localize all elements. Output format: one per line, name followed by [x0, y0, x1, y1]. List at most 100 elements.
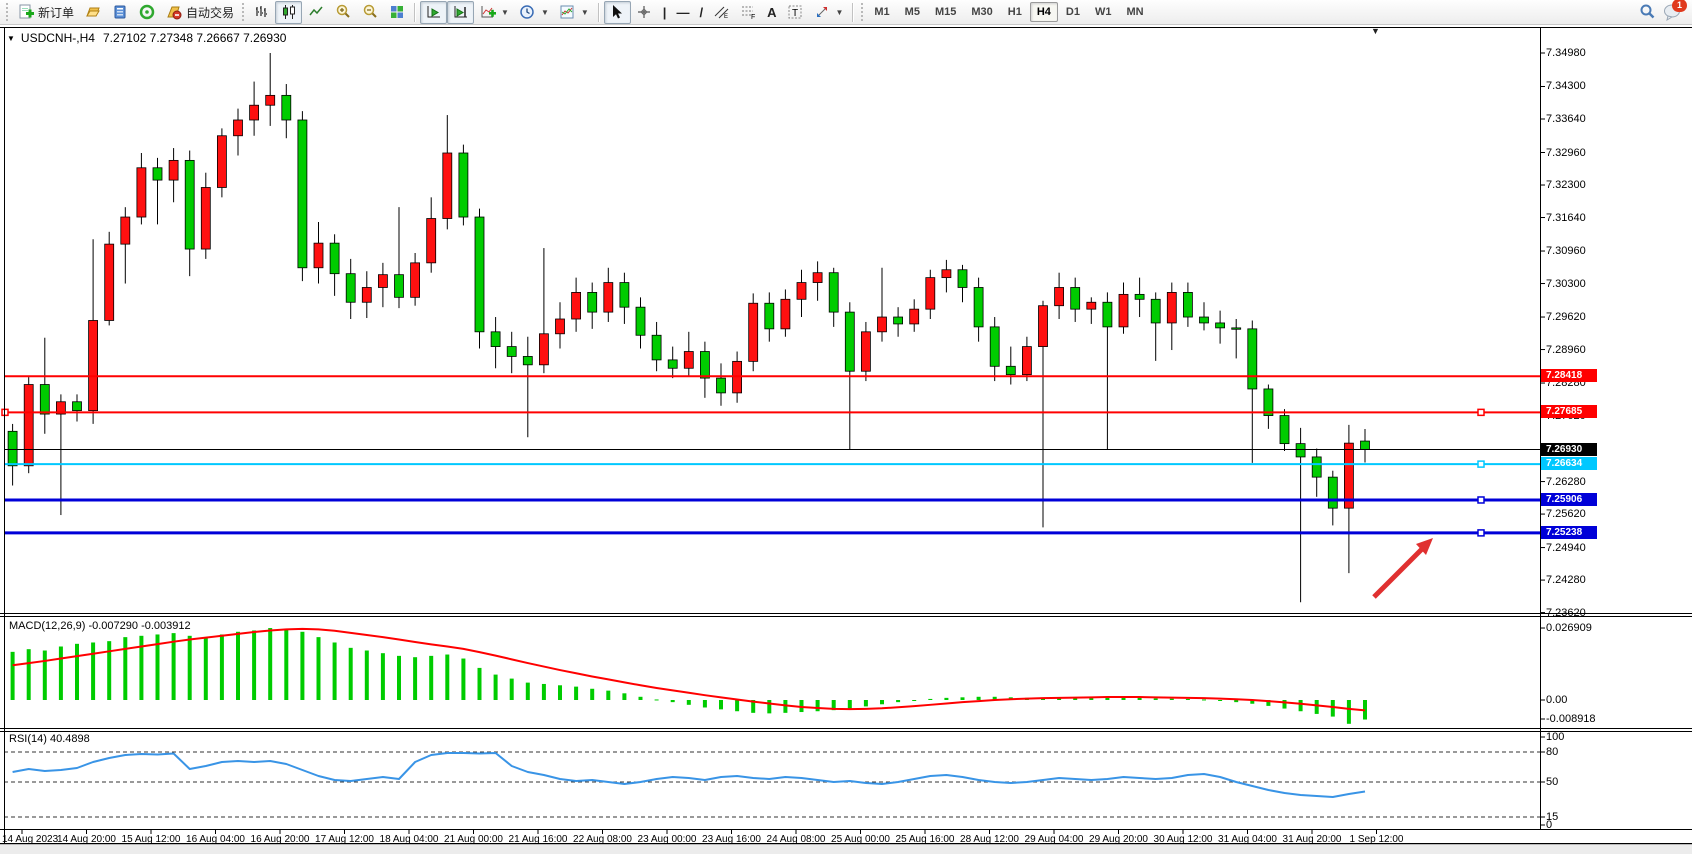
macd-histogram-bar	[1154, 698, 1158, 700]
navigator-icon	[138, 4, 155, 21]
timeframe-toolbar: M1M5M15M30H1H4D1W1MN	[867, 2, 1150, 22]
vertical-line-tool-button[interactable]: |	[658, 1, 672, 24]
candle-bull	[926, 278, 935, 310]
price-axis-label: 7.34300	[1546, 80, 1586, 92]
tile-windows-button[interactable]	[383, 1, 410, 24]
candle-bull	[137, 168, 146, 217]
timeframe-button-W1[interactable]: W1	[1088, 2, 1119, 22]
zoom-in-button[interactable]	[329, 1, 356, 24]
bar-chart-button[interactable]	[248, 1, 275, 24]
line-chart-button[interactable]	[302, 1, 329, 24]
line-anchor-handle[interactable]	[1478, 497, 1484, 503]
macd-histogram-bar	[1138, 698, 1142, 700]
horizontal-line-tool-button[interactable]: —	[671, 1, 694, 24]
auto-trading-button[interactable]: 自动交易	[160, 1, 239, 24]
chart-canvas[interactable]	[0, 0, 1692, 854]
macd-histogram-bar	[75, 644, 79, 700]
macd-histogram-bar	[574, 687, 578, 700]
svg-text:F: F	[751, 14, 755, 20]
crosshair-icon	[636, 4, 653, 21]
macd-histogram-bar	[188, 636, 192, 700]
trendline-tool-button[interactable]: /	[694, 1, 708, 24]
cursor-tool-button[interactable]	[604, 1, 631, 24]
line-anchor-handle[interactable]	[1478, 530, 1484, 536]
candle-bear	[700, 352, 709, 379]
search-icon[interactable]	[1638, 4, 1655, 21]
candle-bull	[89, 320, 98, 410]
text-label-tool-button[interactable]: T	[781, 1, 808, 24]
macd-histogram-bar	[284, 629, 288, 700]
macd-histogram-bar	[912, 700, 916, 701]
profiles-button[interactable]	[79, 1, 106, 24]
new-order-button[interactable]: 新订单	[12, 1, 79, 24]
svg-text:E: E	[724, 14, 728, 20]
chart-shift-button[interactable]	[447, 1, 474, 24]
zoom-out-button[interactable]	[356, 1, 383, 24]
candle-bear	[185, 160, 194, 249]
candle-bear	[1328, 477, 1337, 508]
macd-histogram-bar	[365, 651, 369, 700]
data-window-button[interactable]	[106, 1, 133, 24]
indicators-button[interactable]: ▼	[474, 1, 514, 24]
chart-shift-icon	[452, 4, 469, 21]
rsi-axis-label: 80	[1546, 746, 1558, 758]
fibonacci-tool-button[interactable]: F	[735, 1, 762, 24]
auto-trading-icon	[165, 4, 182, 21]
line-anchor-handle[interactable]	[1478, 461, 1484, 467]
timeframe-button-M15[interactable]: M15	[928, 2, 963, 22]
price-axis-label: 7.30300	[1546, 278, 1586, 290]
candle-bear	[40, 385, 49, 415]
candle-bull	[201, 187, 210, 249]
navigator-button[interactable]	[133, 1, 160, 24]
chart-symbol-period: USDCNH-,H4	[21, 31, 95, 45]
candle-bull	[1055, 287, 1064, 305]
zoom-out-icon	[361, 4, 378, 21]
timeframe-button-M5[interactable]: M5	[898, 2, 927, 22]
arrows-tool-button[interactable]: ▼	[808, 1, 848, 24]
timeframe-button-MN[interactable]: MN	[1119, 2, 1150, 22]
auto-scroll-icon	[425, 4, 442, 21]
macd-histogram-bar	[478, 668, 482, 700]
macd-histogram-bar	[11, 652, 15, 700]
arrow-shapes-icon	[813, 4, 830, 21]
text-tool-button[interactable]: A	[762, 1, 781, 24]
toolbar-grip[interactable]	[5, 3, 10, 21]
chat-button[interactable]: 1	[1663, 3, 1683, 21]
timeframe-button-H1[interactable]: H1	[1001, 2, 1029, 22]
candlestick-chart-button[interactable]	[275, 1, 302, 24]
chart-shift-marker-icon[interactable]: ▼	[1371, 26, 1380, 36]
crosshair-tool-button[interactable]	[631, 1, 658, 24]
macd-histogram-bar	[558, 685, 562, 700]
timeframe-button-M30[interactable]: M30	[964, 2, 999, 22]
auto-scroll-button[interactable]	[420, 1, 447, 24]
timeframe-button-D1[interactable]: D1	[1059, 2, 1087, 22]
macd-histogram-bar	[1315, 700, 1319, 714]
candle-bear	[652, 335, 661, 360]
candle-bear	[1135, 294, 1144, 299]
channel-tool-button[interactable]: E	[708, 1, 735, 24]
templates-button[interactable]: ▼	[554, 1, 594, 24]
price-axis-label: 7.30960	[1546, 245, 1586, 257]
timeframe-button-M1[interactable]: M1	[867, 2, 896, 22]
tile-windows-icon	[388, 4, 405, 21]
symbol-dropdown-icon[interactable]: ▼	[7, 34, 15, 43]
price-line-badge: 7.25238	[1541, 526, 1597, 539]
line-anchor-handle[interactable]	[1478, 409, 1484, 415]
macd-histogram-bar	[639, 697, 643, 700]
toolbar-grip[interactable]	[860, 3, 865, 21]
candle-bull	[1167, 292, 1176, 323]
candle-bear	[330, 243, 339, 274]
macd-histogram-bar	[703, 700, 707, 707]
macd-histogram-bar	[590, 689, 594, 700]
timeframe-button-H4[interactable]: H4	[1030, 2, 1058, 22]
arrow-annotation[interactable]	[1374, 548, 1423, 597]
toolbar-separator	[414, 3, 416, 22]
text-a-icon: A	[767, 5, 776, 20]
candle-bear	[829, 273, 838, 312]
toolbar-grip[interactable]	[241, 3, 246, 21]
candle-bull	[684, 352, 693, 369]
periods-button[interactable]: ▼	[514, 1, 554, 24]
candle-bull	[942, 270, 951, 278]
macd-histogram-bar	[977, 697, 981, 700]
macd-histogram-bar	[928, 699, 932, 700]
